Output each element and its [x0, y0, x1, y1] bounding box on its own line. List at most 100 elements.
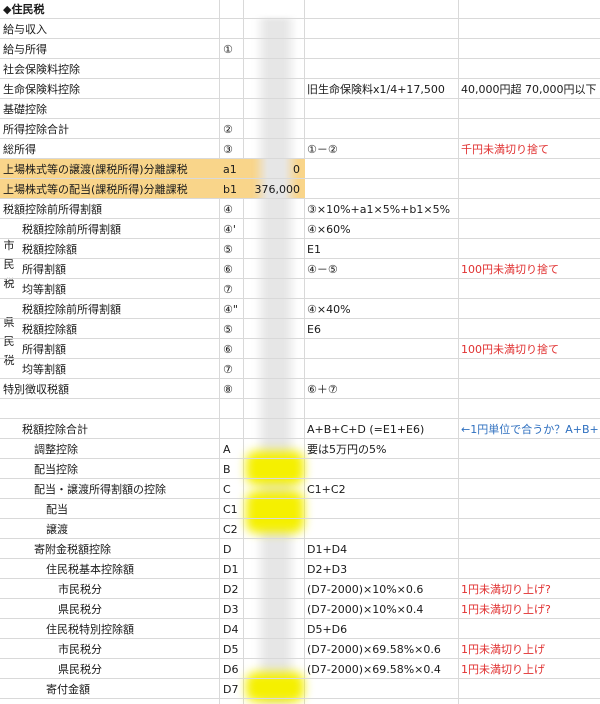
row-formula[interactable] — [307, 180, 457, 199]
row-value[interactable] — [244, 460, 302, 479]
row-label[interactable]: 給与収入 — [3, 20, 219, 39]
row-note[interactable]: 100円未満切り捨て — [461, 340, 600, 359]
row-note[interactable] — [461, 380, 600, 399]
row-formula[interactable]: ④－⑤ — [307, 260, 457, 279]
row-value[interactable] — [244, 140, 302, 159]
row-label[interactable]: 市民税分 — [58, 640, 219, 659]
row-formula[interactable] — [307, 280, 457, 299]
row-value[interactable] — [244, 400, 302, 419]
row-label[interactable]: 所得割額 — [22, 260, 219, 279]
row-code[interactable]: ④" — [223, 300, 243, 319]
row-label[interactable]: 所得控除合計 — [3, 120, 219, 139]
row-label[interactable]: 住民税特別控除額 — [46, 620, 219, 639]
row-formula[interactable]: ①－② — [307, 140, 457, 159]
row-note[interactable] — [461, 160, 600, 179]
row-value[interactable] — [244, 640, 302, 659]
row-note[interactable] — [461, 360, 600, 379]
row-note[interactable] — [461, 680, 600, 699]
row-formula[interactable]: (D7-2000)×69.58%×0.6 — [307, 640, 457, 659]
row-label[interactable]: 配当 — [46, 500, 219, 519]
row-label[interactable]: 県民税分 — [58, 600, 219, 619]
row-note[interactable] — [461, 180, 600, 199]
row-code[interactable]: ⑦ — [223, 280, 243, 299]
row-formula[interactable] — [307, 460, 457, 479]
row-value[interactable] — [244, 660, 302, 679]
row-value[interactable] — [244, 200, 302, 219]
row-formula[interactable]: D5+D6 — [307, 620, 457, 639]
row-code[interactable] — [223, 20, 243, 39]
row-note[interactable] — [461, 520, 600, 539]
row-label[interactable]: 譲渡 — [46, 520, 219, 539]
row-label[interactable] — [3, 400, 219, 419]
row-note[interactable]: 1円未満切り上げ? — [461, 580, 600, 599]
row-note[interactable] — [461, 320, 600, 339]
row-formula[interactable] — [307, 500, 457, 519]
row-formula[interactable] — [307, 60, 457, 79]
row-label[interactable]: 上場株式等の配当(課税所得)分離課税 — [3, 180, 219, 199]
row-formula[interactable]: D2+D3 — [307, 560, 457, 579]
row-note[interactable] — [461, 440, 600, 459]
row-label[interactable]: 調整控除 — [34, 440, 219, 459]
row-note[interactable] — [461, 40, 600, 59]
row-label[interactable]: 市民税分 — [58, 580, 219, 599]
row-label[interactable]: 所得割額 — [22, 340, 219, 359]
row-formula[interactable] — [307, 160, 457, 179]
row-value[interactable] — [244, 320, 302, 339]
row-note[interactable] — [461, 560, 600, 579]
row-label[interactable]: 税額控除額 — [22, 320, 219, 339]
row-value[interactable] — [244, 540, 302, 559]
row-code[interactable]: a1 — [223, 160, 243, 179]
row-formula[interactable] — [307, 360, 457, 379]
row-label[interactable]: 税額控除額 — [22, 240, 219, 259]
row-code[interactable]: ⑥ — [223, 260, 243, 279]
row-label[interactable]: 寄付金額 — [46, 680, 219, 699]
row-value[interactable] — [244, 620, 302, 639]
row-label[interactable]: 寄附金税額控除 — [34, 540, 219, 559]
row-value[interactable] — [244, 360, 302, 379]
row-formula[interactable]: ③×10%+a1×5%+b1×5% — [307, 200, 457, 219]
row-note[interactable]: 1円未満切り上げ? — [461, 600, 600, 619]
row-note[interactable]: ←1円単位で合うか？A+B+ — [461, 420, 600, 439]
row-note[interactable] — [461, 300, 600, 319]
row-label[interactable]: 均等割額 — [22, 360, 219, 379]
row-code[interactable] — [223, 400, 243, 419]
row-note[interactable]: 1円未満切り上げ — [461, 660, 600, 679]
row-code[interactable]: A — [223, 440, 243, 459]
row-formula[interactable]: A+B+C+D (=E1+E6) — [307, 420, 457, 439]
row-value[interactable] — [244, 260, 302, 279]
row-formula[interactable] — [307, 340, 457, 359]
row-value[interactable] — [244, 580, 302, 599]
row-code[interactable]: B — [223, 460, 243, 479]
row-label[interactable]: 生命保険料控除 — [3, 80, 219, 99]
row-value[interactable] — [244, 600, 302, 619]
row-formula[interactable] — [307, 120, 457, 139]
row-code[interactable]: ② — [223, 120, 243, 139]
row-note[interactable] — [461, 60, 600, 79]
row-formula[interactable] — [307, 400, 457, 419]
row-code[interactable]: D — [223, 540, 243, 559]
row-value[interactable] — [244, 340, 302, 359]
row-code[interactable]: b1 — [223, 180, 243, 199]
row-code[interactable]: D4 — [223, 620, 243, 639]
row-formula[interactable]: E1 — [307, 240, 457, 259]
row-code[interactable]: D1 — [223, 560, 243, 579]
row-value[interactable] — [244, 520, 302, 539]
row-code[interactable]: ⑤ — [223, 320, 243, 339]
row-formula[interactable] — [307, 100, 457, 119]
row-value[interactable] — [244, 440, 302, 459]
row-value[interactable] — [244, 300, 302, 319]
row-note[interactable] — [461, 500, 600, 519]
row-formula[interactable]: (D7-2000)×69.58%×0.4 — [307, 660, 457, 679]
row-label[interactable]: 税額控除前所得割額 — [3, 200, 219, 219]
row-formula[interactable] — [307, 520, 457, 539]
row-formula[interactable]: ④×40% — [307, 300, 457, 319]
row-code[interactable]: D5 — [223, 640, 243, 659]
row-label[interactable]: 基礎控除 — [3, 100, 219, 119]
row-label[interactable]: 税額控除前所得割額 — [22, 220, 219, 239]
row-note[interactable] — [461, 460, 600, 479]
row-label[interactable]: 住民税基本控除額 — [46, 560, 219, 579]
row-value[interactable] — [244, 40, 302, 59]
row-note[interactable] — [461, 200, 600, 219]
row-note[interactable] — [461, 120, 600, 139]
row-formula[interactable]: (D7-2000)×10%×0.6 — [307, 580, 457, 599]
